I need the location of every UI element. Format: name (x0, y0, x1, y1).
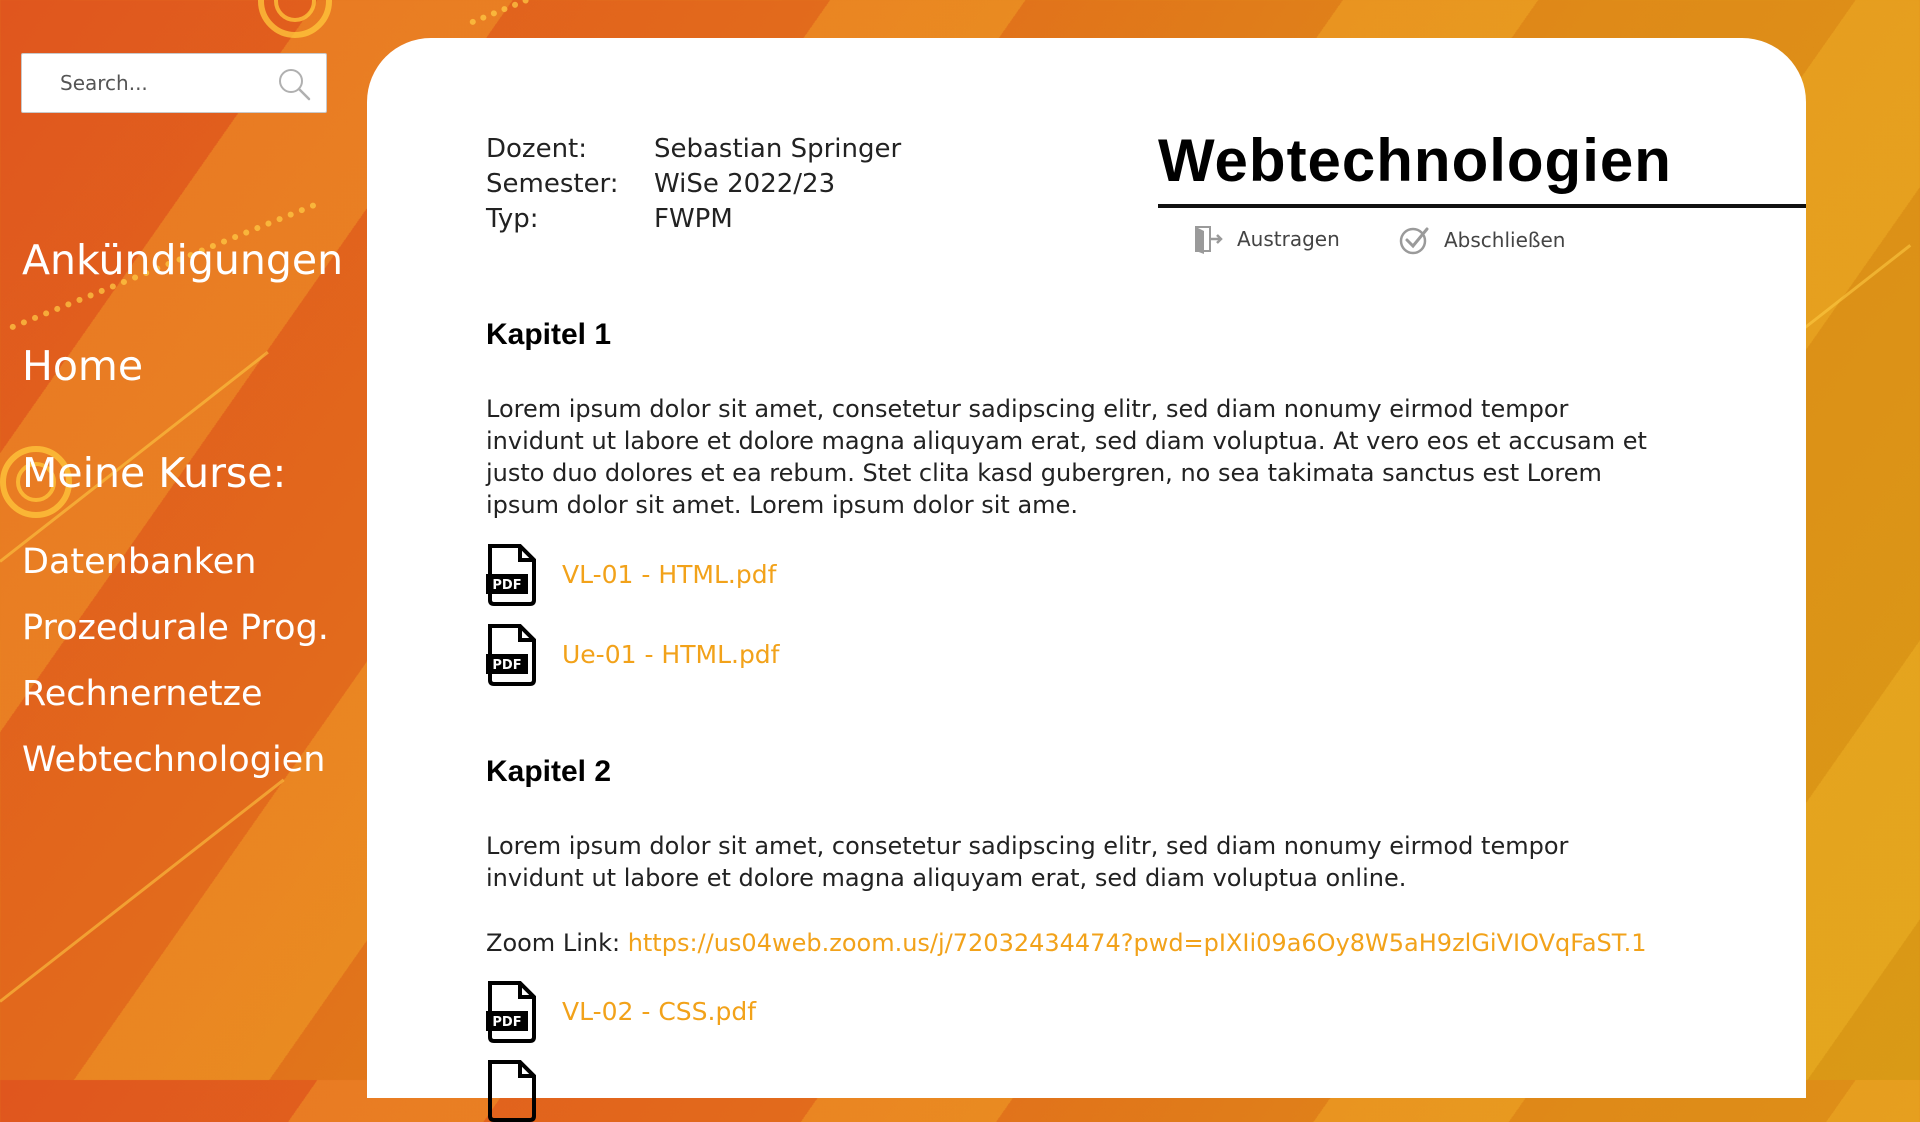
decorative-line (1799, 244, 1912, 333)
decorative-line (0, 778, 285, 1003)
file-link[interactable]: VL-02 - CSS.pdf (562, 997, 756, 1026)
file-link[interactable]: VL-01 - HTML.pdf (562, 560, 776, 589)
meta-label-typ: Typ: (486, 204, 539, 234)
file-item[interactable]: PDF Ue-01 - HTML.pdf (486, 622, 779, 686)
chapter-1-title: Kapitel 1 (486, 318, 612, 351)
course-link-rechnernetze[interactable]: Rechnernetze (22, 674, 263, 714)
course-link-datenbanken[interactable]: Datenbanken (22, 542, 256, 582)
meta-label-semester: Semester: (486, 169, 619, 199)
title-divider (1158, 204, 1806, 208)
file-item[interactable]: PDF VL-02 - CSS.pdf (486, 979, 756, 1043)
nav-ankuendigungen[interactable]: Ankündigungen (22, 236, 343, 284)
unenroll-label: Austragen (1237, 227, 1340, 251)
pdf-file-icon: PDF (486, 624, 536, 686)
pdf-icon-label: PDF (492, 1015, 521, 1030)
exit-door-icon (1195, 226, 1223, 254)
search-icon[interactable] (276, 66, 312, 102)
chapter-2-text: Lorem ipsum dolor sit amet, consetetur s… (486, 832, 1569, 892)
meta-value-semester: WiSe 2022/23 (654, 169, 836, 199)
course-link-webtechnologien[interactable]: Webtechnologien (22, 740, 325, 780)
search-box[interactable] (21, 53, 327, 113)
chapter-1-text: Lorem ipsum dolor sit amet, consetetur s… (486, 395, 1647, 519)
file-item[interactable] (486, 1058, 538, 1122)
meta-value-typ: FWPM (654, 204, 733, 234)
nav-home[interactable]: Home (22, 342, 143, 390)
file-link[interactable]: Ue-01 - HTML.pdf (562, 640, 779, 669)
zoom-link[interactable]: https://us04web.zoom.us/j/72032434474?pw… (628, 929, 1647, 957)
course-title: Webtechnologien (1158, 127, 1672, 194)
pdf-file-icon (488, 1060, 536, 1122)
course-link-prozedurale-prog[interactable]: Prozedurale Prog. (22, 608, 329, 648)
decorative-dots (468, 0, 583, 26)
search-input[interactable] (22, 54, 272, 112)
check-circle-icon (1399, 227, 1429, 255)
chapter-2-title: Kapitel 2 (486, 755, 612, 788)
meta-label-dozent: Dozent: (486, 134, 588, 164)
pdf-icon-label: PDF (492, 578, 521, 593)
pdf-file-icon: PDF (486, 544, 536, 606)
unenroll-button[interactable]: Austragen (1193, 224, 1340, 254)
complete-label: Abschließen (1444, 228, 1566, 252)
course-content-card: Dozent: Sebastian Springer Semester: WiS… (367, 38, 1806, 1122)
my-courses-heading: Meine Kurse: (22, 449, 287, 497)
file-item[interactable]: PDF VL-01 - HTML.pdf (486, 542, 776, 606)
complete-button[interactable]: Abschließen (1398, 224, 1565, 256)
zoom-label: Zoom Link: (486, 929, 628, 957)
pdf-file-icon: PDF (486, 981, 536, 1043)
meta-value-dozent: Sebastian Springer (654, 134, 902, 164)
zoom-link-row: Zoom Link: https://us04web.zoom.us/j/720… (486, 929, 1646, 957)
pdf-icon-label: PDF (492, 658, 521, 673)
